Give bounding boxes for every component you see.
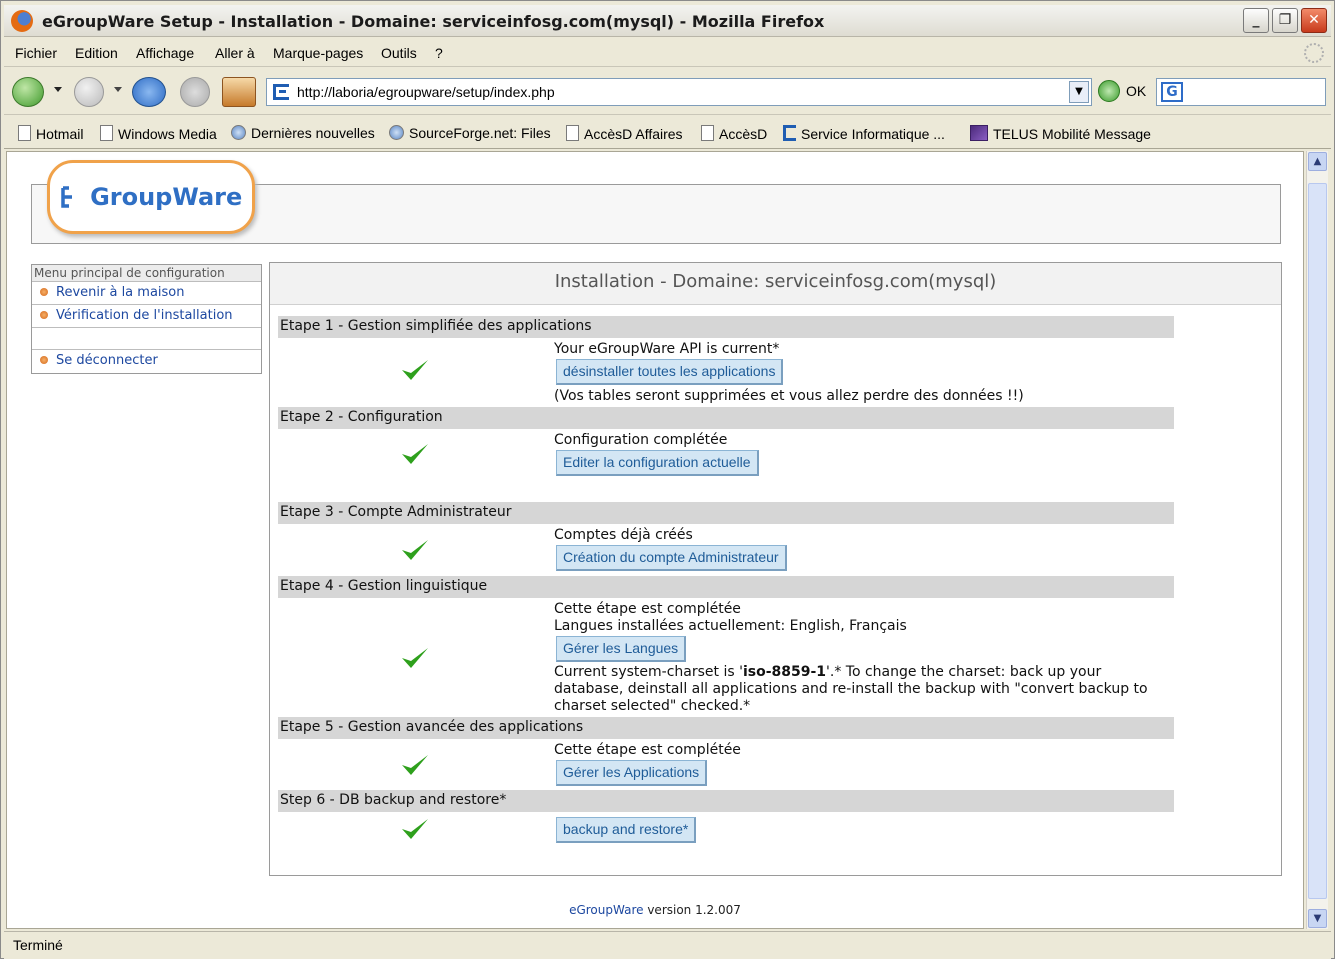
footer-version: version 1.2.007	[647, 903, 741, 917]
menu-edition[interactable]: Edition	[75, 45, 118, 61]
go-button[interactable]: OK	[1098, 79, 1148, 105]
config-sidebar: Menu principal de configuration Revenir …	[31, 264, 262, 374]
menu-affichage[interactable]: Affichage	[136, 45, 194, 61]
scroll-up-icon[interactable]: ▲	[1308, 152, 1327, 171]
bookmark-windows-media[interactable]: Windows Media	[100, 125, 217, 142]
check-icon	[402, 444, 428, 464]
back-dropdown-icon[interactable]	[54, 87, 62, 92]
page-icon	[701, 125, 714, 141]
sidebar-item-logout[interactable]: Se déconnecter	[32, 350, 261, 373]
step-4-status: Cette étape est complétée	[554, 601, 741, 617]
step-6-header: Step 6 - DB backup and restore*	[278, 790, 1174, 812]
address-bar: ▼	[266, 78, 1092, 106]
step-4-header: Etape 4 - Gestion linguistique	[278, 576, 1174, 598]
forward-dropdown-icon[interactable]	[114, 87, 122, 92]
reload-icon[interactable]	[132, 77, 166, 107]
check-icon	[402, 648, 428, 668]
create-admin-button[interactable]: Création du compte Administrateur	[556, 545, 787, 571]
rss-icon	[231, 125, 246, 140]
vertical-scrollbar[interactable]: ▲ ▼	[1306, 151, 1328, 929]
minimize-button[interactable]: _	[1243, 8, 1269, 33]
step-2-status: Configuration complétée	[554, 432, 728, 448]
sidebar-item-home[interactable]: Revenir à la maison	[32, 282, 261, 305]
uninstall-all-button[interactable]: désinstaller toutes les applications	[556, 359, 784, 385]
check-icon	[402, 755, 428, 775]
title-bar: eGroupWare Setup - Installation - Domain…	[4, 5, 1331, 37]
sidebar-spacer	[32, 328, 261, 350]
egroupware-logo[interactable]: GroupWare	[47, 160, 255, 234]
step-3-status: Comptes déjà créés	[554, 527, 693, 543]
step-1-header: Etape 1 - Gestion simplifiée des applica…	[278, 316, 1174, 338]
page-content: GroupWare Menu principal de configuratio…	[6, 151, 1304, 929]
status-bar: Terminé	[4, 931, 1331, 959]
page-icon	[566, 125, 579, 141]
url-input[interactable]	[297, 83, 1057, 101]
scroll-down-icon[interactable]: ▼	[1308, 909, 1327, 928]
bookmarks-toolbar: Hotmail Windows Media Dernières nouvelle…	[4, 117, 1331, 149]
manage-languages-button[interactable]: Gérer les Langues	[556, 636, 687, 662]
step-1-warning: (Vos tables seront supprimées et vous al…	[554, 388, 1024, 404]
footer-app-link[interactable]: eGroupWare	[569, 903, 643, 917]
home-icon[interactable]	[222, 77, 256, 107]
egroupware-logo-icon	[60, 186, 72, 208]
sidebar-item-check-install[interactable]: Vérification de l'installation	[32, 305, 261, 328]
back-icon[interactable]	[12, 77, 44, 107]
bookmark-sourceforge[interactable]: SourceForge.net: Files	[389, 125, 551, 141]
scroll-thumb[interactable]	[1308, 183, 1327, 899]
backup-restore-button[interactable]: backup and restore*	[556, 817, 697, 843]
menu-help[interactable]: ?	[435, 45, 443, 61]
page-footer: eGroupWare version 1.2.007	[7, 903, 1303, 917]
egroupware-icon	[783, 125, 796, 141]
bookmark-accesd-affaires[interactable]: AccèsD Affaires	[566, 125, 683, 142]
status-text: Terminé	[13, 937, 63, 953]
navigation-toolbar: ▼ OK G	[4, 69, 1331, 115]
page-title: Installation - Domaine: serviceinfosg.co…	[270, 263, 1281, 305]
window-title: eGroupWare Setup - Installation - Domain…	[42, 12, 825, 31]
page-icon	[18, 125, 31, 141]
bullet-icon	[40, 288, 48, 296]
telus-icon	[970, 125, 988, 141]
forward-icon[interactable]	[74, 77, 104, 107]
step-3-header: Etape 3 - Compte Administrateur	[278, 502, 1174, 524]
edit-config-button[interactable]: Editer la configuration actuelle	[556, 450, 759, 476]
menu-fichier[interactable]: Fichier	[15, 45, 57, 61]
step-4-languages: Langues installées actuellement: English…	[554, 618, 907, 634]
install-panel: Installation - Domaine: serviceinfosg.co…	[269, 262, 1282, 876]
menu-bar: Fichier Edition Affichage Aller à Marque…	[4, 39, 1331, 67]
bookmark-dernieres-nouvelles[interactable]: Dernières nouvelles	[231, 125, 375, 141]
step-1-status: Your eGroupWare API is current*	[554, 341, 780, 357]
throbber-icon	[1304, 43, 1324, 63]
bookmark-accesd[interactable]: AccèsD	[701, 125, 767, 142]
page-icon	[100, 125, 113, 141]
bullet-icon	[40, 356, 48, 364]
go-arrow-icon	[1098, 80, 1120, 102]
check-icon	[402, 540, 428, 560]
logo-text: GroupWare	[50, 183, 252, 211]
firefox-icon	[11, 10, 33, 32]
url-history-dropdown-icon[interactable]: ▼	[1069, 81, 1089, 103]
sidebar-title: Menu principal de configuration	[32, 265, 261, 282]
bookmark-hotmail[interactable]: Hotmail	[18, 125, 83, 142]
browser-window: eGroupWare Setup - Installation - Domain…	[0, 0, 1335, 959]
stop-icon[interactable]	[180, 77, 210, 107]
step-5-status: Cette étape est complétée	[554, 742, 741, 758]
bookmark-service-informatique[interactable]: Service Informatique ...	[783, 125, 945, 142]
bookmark-telus[interactable]: TELUS Mobilité Message	[970, 125, 1151, 142]
check-icon	[402, 819, 428, 839]
check-icon	[402, 360, 428, 380]
step-2-header: Etape 2 - Configuration	[278, 407, 1174, 429]
menu-marque-pages[interactable]: Marque-pages	[273, 45, 363, 61]
maximize-button[interactable]: ❐	[1272, 8, 1298, 33]
bullet-icon	[40, 311, 48, 319]
step-5-header: Etape 5 - Gestion avancée des applicatio…	[278, 717, 1174, 739]
menu-outils[interactable]: Outils	[381, 45, 417, 61]
rss-icon	[389, 125, 404, 140]
google-search-icon[interactable]: G	[1161, 82, 1183, 102]
close-button[interactable]: ✕	[1301, 8, 1327, 33]
step-4-charset-note: Current system-charset is 'iso-8859-1'.*…	[554, 664, 1148, 714]
site-favicon-icon	[273, 84, 289, 100]
search-box[interactable]: G	[1156, 78, 1326, 106]
menu-aller[interactable]: Aller à	[215, 45, 255, 61]
manage-apps-button[interactable]: Gérer les Applications	[556, 760, 708, 786]
